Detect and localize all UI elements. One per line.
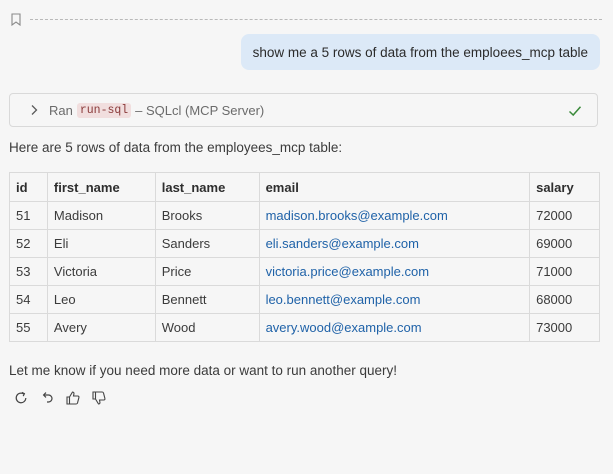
thumbs-up-icon[interactable] [64, 389, 81, 406]
tool-call-prefix: Ran [49, 102, 73, 118]
table-cell: Eli [46, 229, 156, 258]
email-link[interactable]: leo.bennett@example.com [258, 285, 531, 314]
table-row: 53 Victoria Price victoria.price@example… [9, 257, 600, 286]
table-cell: Madison [46, 201, 156, 230]
results-table: id first_name last_name email salary 51 … [9, 172, 600, 342]
turn-divider [10, 12, 602, 26]
thumbs-down-icon[interactable] [90, 389, 107, 406]
table-cell: Price [154, 257, 260, 286]
table-cell: 53 [9, 257, 48, 286]
table-cell: 72000 [529, 201, 600, 230]
table-cell: 55 [9, 313, 48, 342]
dashed-divider [30, 18, 602, 20]
table-cell: 71000 [529, 257, 600, 286]
table-cell: Brooks [154, 201, 260, 230]
undo-icon[interactable] [38, 389, 55, 406]
table-cell: Bennett [154, 285, 260, 314]
tool-call-summary[interactable]: Ran run-sql – SQLcl (MCP Server) [9, 93, 598, 127]
table-cell: 69000 [529, 229, 600, 258]
column-header: first_name [46, 172, 156, 202]
column-header: last_name [154, 172, 260, 202]
table-cell: 68000 [529, 285, 600, 314]
table-cell: Sanders [154, 229, 260, 258]
table-header-row: id first_name last_name email salary [9, 172, 600, 202]
table-cell: 54 [9, 285, 48, 314]
table-cell: Leo [46, 285, 156, 314]
column-header: email [258, 172, 531, 202]
table-cell: Victoria [46, 257, 156, 286]
table-row: 51 Madison Brooks madison.brooks@example… [9, 201, 600, 230]
table-row: 55 Avery Wood avery.wood@example.com 730… [9, 313, 600, 342]
table-row: 52 Eli Sanders eli.sanders@example.com 6… [9, 229, 600, 258]
user-message-bubble: show me a 5 rows of data from the emploe… [240, 34, 600, 70]
column-header: salary [529, 172, 600, 202]
tool-call-suffix: – SQLcl (MCP Server) [135, 102, 265, 118]
response-intro: Here are 5 rows of data from the employe… [9, 140, 343, 155]
email-link[interactable]: eli.sanders@example.com [258, 229, 531, 258]
user-message-text: show me a 5 rows of data from the emploe… [252, 44, 588, 60]
chevron-right-icon[interactable] [27, 103, 41, 117]
table-cell: 52 [9, 229, 48, 258]
email-link[interactable]: madison.brooks@example.com [258, 201, 531, 230]
response-outro: Let me know if you need more data or wan… [9, 363, 397, 378]
tool-name-code: run-sql [76, 102, 132, 118]
table-cell: Wood [154, 313, 260, 342]
table-cell: Avery [46, 313, 156, 342]
bookmark-icon[interactable] [10, 12, 22, 26]
table-cell: 51 [9, 201, 48, 230]
table-cell: 73000 [529, 313, 600, 342]
retry-icon[interactable] [12, 389, 29, 406]
check-icon [567, 103, 583, 119]
email-link[interactable]: avery.wood@example.com [258, 313, 531, 342]
table-row: 54 Leo Bennett leo.bennett@example.com 6… [9, 285, 600, 314]
email-link[interactable]: victoria.price@example.com [258, 257, 531, 286]
response-actions [12, 389, 107, 406]
column-header: id [9, 172, 48, 202]
